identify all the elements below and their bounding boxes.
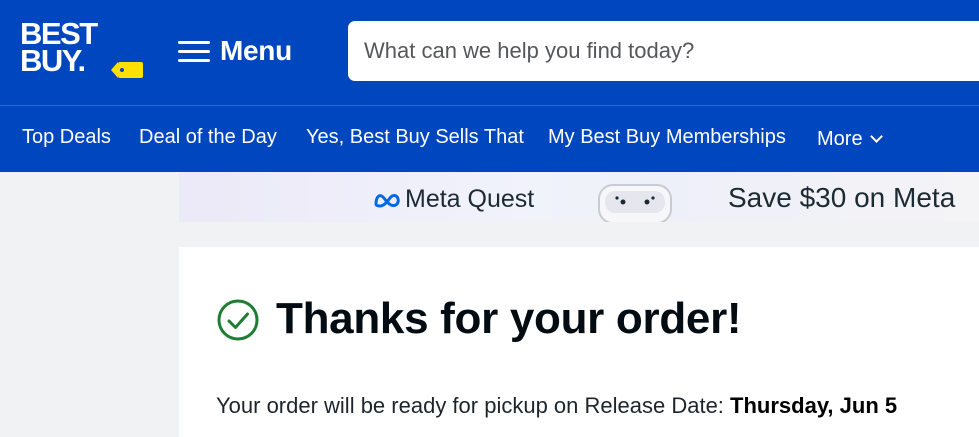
nav-bar: Top Deals Deal of the Day Yes, Best Buy …: [0, 105, 979, 172]
menu-button[interactable]: Menu: [178, 34, 292, 68]
promo-text: Save $30 on Meta: [728, 182, 956, 213]
search-input[interactable]: [348, 21, 979, 81]
price-tag-icon: [111, 62, 143, 78]
pickup-date: Thursday, Jun 5: [730, 393, 898, 418]
vr-headset-image: [598, 184, 672, 222]
pickup-message: Your order will be ready for pickup on R…: [216, 393, 897, 419]
site-header: BEST BUY. Menu: [0, 0, 979, 105]
chevron-down-icon: [869, 130, 883, 143]
pickup-text: Your order will be ready for pickup on R…: [216, 393, 731, 418]
check-circle-icon: [217, 299, 259, 341]
nav-deal-of-the-day[interactable]: Deal of the Day: [139, 126, 277, 149]
order-confirmation-card: Thanks for your order! Your order will b…: [179, 247, 979, 437]
meta-quest-logo: Meta Quest: [373, 185, 534, 214]
menu-label: Menu: [220, 35, 292, 66]
meta-infinity-icon: [374, 193, 400, 208]
nav-more-label: More: [817, 128, 863, 150]
nav-my-best-buy-memberships[interactable]: My Best Buy Memberships: [548, 126, 786, 149]
hamburger-icon: [178, 39, 210, 63]
nav-yes-best-buy-sells-that[interactable]: Yes, Best Buy Sells That: [306, 126, 524, 149]
nav-top-deals[interactable]: Top Deals: [22, 126, 111, 149]
meta-quest-brand: Meta Quest: [405, 185, 535, 213]
page-title: Thanks for your order!: [276, 294, 742, 343]
promo-banner[interactable]: Meta Quest Save $30 on Meta: [179, 172, 979, 222]
nav-more[interactable]: More: [817, 128, 883, 151]
best-buy-logo[interactable]: BEST BUY.: [20, 18, 143, 82]
